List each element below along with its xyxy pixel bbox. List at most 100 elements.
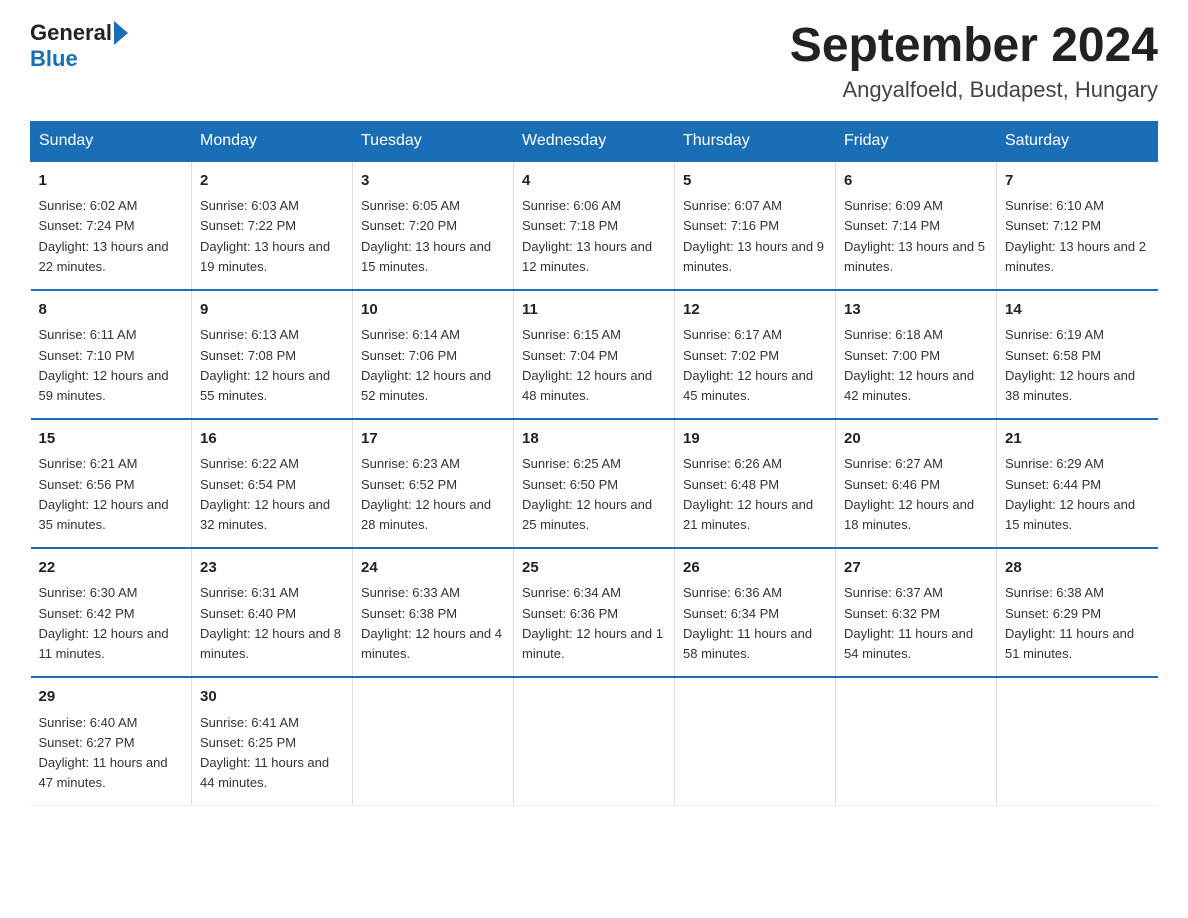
day-info: Sunrise: 6:26 AMSunset: 6:48 PMDaylight:… [683,454,827,535]
day-number: 23 [200,557,344,580]
day-info: Sunrise: 6:17 AMSunset: 7:02 PMDaylight:… [683,325,827,406]
calendar-week-row: 8 Sunrise: 6:11 AMSunset: 7:10 PMDaylight… [31,290,1158,419]
day-of-week-header: Monday [192,121,353,161]
calendar-day-cell: 26 Sunrise: 6:36 AMSunset: 6:34 PMDayligh… [675,548,836,677]
day-number: 12 [683,299,827,322]
day-number: 4 [522,170,666,193]
calendar-day-cell: 2 Sunrise: 6:03 AMSunset: 7:22 PMDaylight… [192,161,353,290]
day-info: Sunrise: 6:13 AMSunset: 7:08 PMDaylight:… [200,325,344,406]
day-info: Sunrise: 6:06 AMSunset: 7:18 PMDaylight:… [522,196,666,277]
day-info: Sunrise: 6:18 AMSunset: 7:00 PMDaylight:… [844,325,988,406]
day-number: 9 [200,299,344,322]
day-number: 25 [522,557,666,580]
day-of-week-header: Tuesday [353,121,514,161]
calendar-day-cell: 4 Sunrise: 6:06 AMSunset: 7:18 PMDaylight… [514,161,675,290]
month-title: September 2024 [790,20,1158,73]
calendar-day-cell: 19 Sunrise: 6:26 AMSunset: 6:48 PMDayligh… [675,419,836,548]
day-info: Sunrise: 6:36 AMSunset: 6:34 PMDaylight:… [683,583,827,664]
day-number: 13 [844,299,988,322]
day-number: 16 [200,428,344,451]
calendar-week-row: 15 Sunrise: 6:21 AMSunset: 6:56 PMDayligh… [31,419,1158,548]
day-number: 22 [39,557,184,580]
calendar-day-cell: 28 Sunrise: 6:38 AMSunset: 6:29 PMDayligh… [997,548,1158,677]
calendar-day-cell: 23 Sunrise: 6:31 AMSunset: 6:40 PMDayligh… [192,548,353,677]
day-number: 28 [1005,557,1150,580]
location-title: Angyalfoeld, Budapest, Hungary [790,77,1158,103]
day-info: Sunrise: 6:31 AMSunset: 6:40 PMDaylight:… [200,583,344,664]
page-header: General Blue September 2024 Angyalfoeld,… [30,20,1158,103]
day-info: Sunrise: 6:19 AMSunset: 6:58 PMDaylight:… [1005,325,1150,406]
day-number: 20 [844,428,988,451]
calendar-day-cell: 21 Sunrise: 6:29 AMSunset: 6:44 PMDayligh… [997,419,1158,548]
calendar-day-cell: 13 Sunrise: 6:18 AMSunset: 7:00 PMDayligh… [836,290,997,419]
day-number: 14 [1005,299,1150,322]
calendar-day-cell: 1Sunrise: 6:02 AMSunset: 7:24 PMDaylight… [31,161,192,290]
day-info: Sunrise: 6:40 AMSunset: 6:27 PMDaylight:… [39,713,184,794]
calendar-day-cell: 17Sunrise: 6:23 AMSunset: 6:52 PMDayligh… [353,419,514,548]
calendar-day-cell: 20 Sunrise: 6:27 AMSunset: 6:46 PMDayligh… [836,419,997,548]
calendar-header-row: SundayMondayTuesdayWednesdayThursdayFrid… [31,121,1158,161]
day-number: 2 [200,170,344,193]
calendar-week-row: 29 Sunrise: 6:40 AMSunset: 6:27 PMDayligh… [31,677,1158,806]
day-of-week-header: Wednesday [514,121,675,161]
calendar-day-cell: 6 Sunrise: 6:09 AMSunset: 7:14 PMDaylight… [836,161,997,290]
day-info: Sunrise: 6:27 AMSunset: 6:46 PMDaylight:… [844,454,988,535]
calendar-day-cell: 12 Sunrise: 6:17 AMSunset: 7:02 PMDayligh… [675,290,836,419]
calendar-day-cell: 9 Sunrise: 6:13 AMSunset: 7:08 PMDaylight… [192,290,353,419]
calendar-week-row: 1Sunrise: 6:02 AMSunset: 7:24 PMDaylight… [31,161,1158,290]
logo-blue-text: Blue [30,46,78,71]
day-info: Sunrise: 6:10 AMSunset: 7:12 PMDaylight:… [1005,196,1150,277]
calendar-day-cell: 18 Sunrise: 6:25 AMSunset: 6:50 PMDayligh… [514,419,675,548]
day-number: 7 [1005,170,1150,193]
calendar-day-cell [997,677,1158,806]
calendar-day-cell: 14 Sunrise: 6:19 AMSunset: 6:58 PMDayligh… [997,290,1158,419]
day-number: 19 [683,428,827,451]
day-info: Sunrise: 6:07 AMSunset: 7:16 PMDaylight:… [683,196,827,277]
calendar-day-cell: 7 Sunrise: 6:10 AMSunset: 7:12 PMDaylight… [997,161,1158,290]
day-info: Sunrise: 6:02 AMSunset: 7:24 PMDaylight:… [39,196,184,277]
day-info: Sunrise: 6:33 AMSunset: 6:38 PMDaylight:… [361,583,505,664]
day-info: Sunrise: 6:09 AMSunset: 7:14 PMDaylight:… [844,196,988,277]
day-number: 26 [683,557,827,580]
day-info: Sunrise: 6:38 AMSunset: 6:29 PMDaylight:… [1005,583,1150,664]
logo-arrow-icon [114,21,128,45]
calendar-day-cell: 5 Sunrise: 6:07 AMSunset: 7:16 PMDaylight… [675,161,836,290]
day-number: 30 [200,686,344,709]
day-number: 6 [844,170,988,193]
day-of-week-header: Friday [836,121,997,161]
calendar-day-cell: 16Sunrise: 6:22 AMSunset: 6:54 PMDayligh… [192,419,353,548]
day-info: Sunrise: 6:25 AMSunset: 6:50 PMDaylight:… [522,454,666,535]
day-number: 29 [39,686,184,709]
calendar-day-cell [836,677,997,806]
day-info: Sunrise: 6:14 AMSunset: 7:06 PMDaylight:… [361,325,505,406]
day-number: 5 [683,170,827,193]
day-of-week-header: Sunday [31,121,192,161]
day-info: Sunrise: 6:15 AMSunset: 7:04 PMDaylight:… [522,325,666,406]
day-number: 18 [522,428,666,451]
day-number: 3 [361,170,505,193]
calendar-table: SundayMondayTuesdayWednesdayThursdayFrid… [30,121,1158,806]
day-number: 21 [1005,428,1150,451]
calendar-day-cell: 27Sunrise: 6:37 AMSunset: 6:32 PMDayligh… [836,548,997,677]
day-info: Sunrise: 6:29 AMSunset: 6:44 PMDaylight:… [1005,454,1150,535]
calendar-day-cell [353,677,514,806]
day-info: Sunrise: 6:11 AMSunset: 7:10 PMDaylight:… [39,325,184,406]
calendar-day-cell: 15 Sunrise: 6:21 AMSunset: 6:56 PMDayligh… [31,419,192,548]
calendar-day-cell: 29 Sunrise: 6:40 AMSunset: 6:27 PMDayligh… [31,677,192,806]
title-block: September 2024 Angyalfoeld, Budapest, Hu… [790,20,1158,103]
day-number: 8 [39,299,184,322]
day-info: Sunrise: 6:34 AMSunset: 6:36 PMDaylight:… [522,583,666,664]
logo: General Blue [30,20,130,72]
calendar-day-cell: 24Sunrise: 6:33 AMSunset: 6:38 PMDayligh… [353,548,514,677]
day-info: Sunrise: 6:21 AMSunset: 6:56 PMDaylight:… [39,454,184,535]
day-number: 11 [522,299,666,322]
day-number: 17 [361,428,505,451]
day-number: 27 [844,557,988,580]
calendar-day-cell: 8 Sunrise: 6:11 AMSunset: 7:10 PMDaylight… [31,290,192,419]
day-info: Sunrise: 6:03 AMSunset: 7:22 PMDaylight:… [200,196,344,277]
calendar-week-row: 22Sunrise: 6:30 AMSunset: 6:42 PMDayligh… [31,548,1158,677]
day-number: 15 [39,428,184,451]
calendar-day-cell: 10 Sunrise: 6:14 AMSunset: 7:06 PMDayligh… [353,290,514,419]
day-number: 10 [361,299,505,322]
calendar-day-cell: 22Sunrise: 6:30 AMSunset: 6:42 PMDayligh… [31,548,192,677]
